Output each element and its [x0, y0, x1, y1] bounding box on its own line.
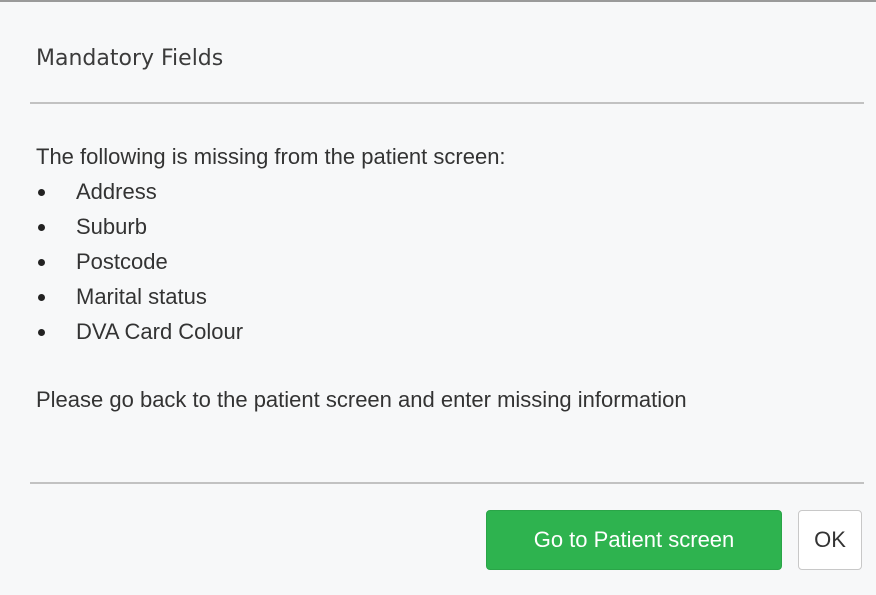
header-divider	[30, 102, 864, 104]
go-to-patient-screen-button[interactable]: Go to Patient screen	[486, 510, 782, 570]
list-item: Suburb	[36, 209, 856, 244]
ok-button[interactable]: OK	[798, 510, 862, 570]
list-item: Postcode	[36, 244, 856, 279]
list-item: Address	[36, 174, 856, 209]
dialog-footer: Go to Patient screen OK	[486, 510, 862, 570]
list-item: Marital status	[36, 279, 856, 314]
mandatory-fields-dialog: Mandatory Fields The following is missin…	[0, 0, 876, 595]
footer-divider	[30, 482, 864, 484]
dialog-body: The following is missing from the patien…	[36, 140, 856, 417]
dialog-title: Mandatory Fields	[36, 46, 224, 71]
instruction-text: Please go back to the patient screen and…	[36, 387, 687, 412]
missing-intro-text: The following is missing from the patien…	[36, 144, 506, 169]
missing-fields-list: Address Suburb Postcode Marital status D…	[36, 174, 856, 349]
list-item: DVA Card Colour	[36, 314, 856, 349]
